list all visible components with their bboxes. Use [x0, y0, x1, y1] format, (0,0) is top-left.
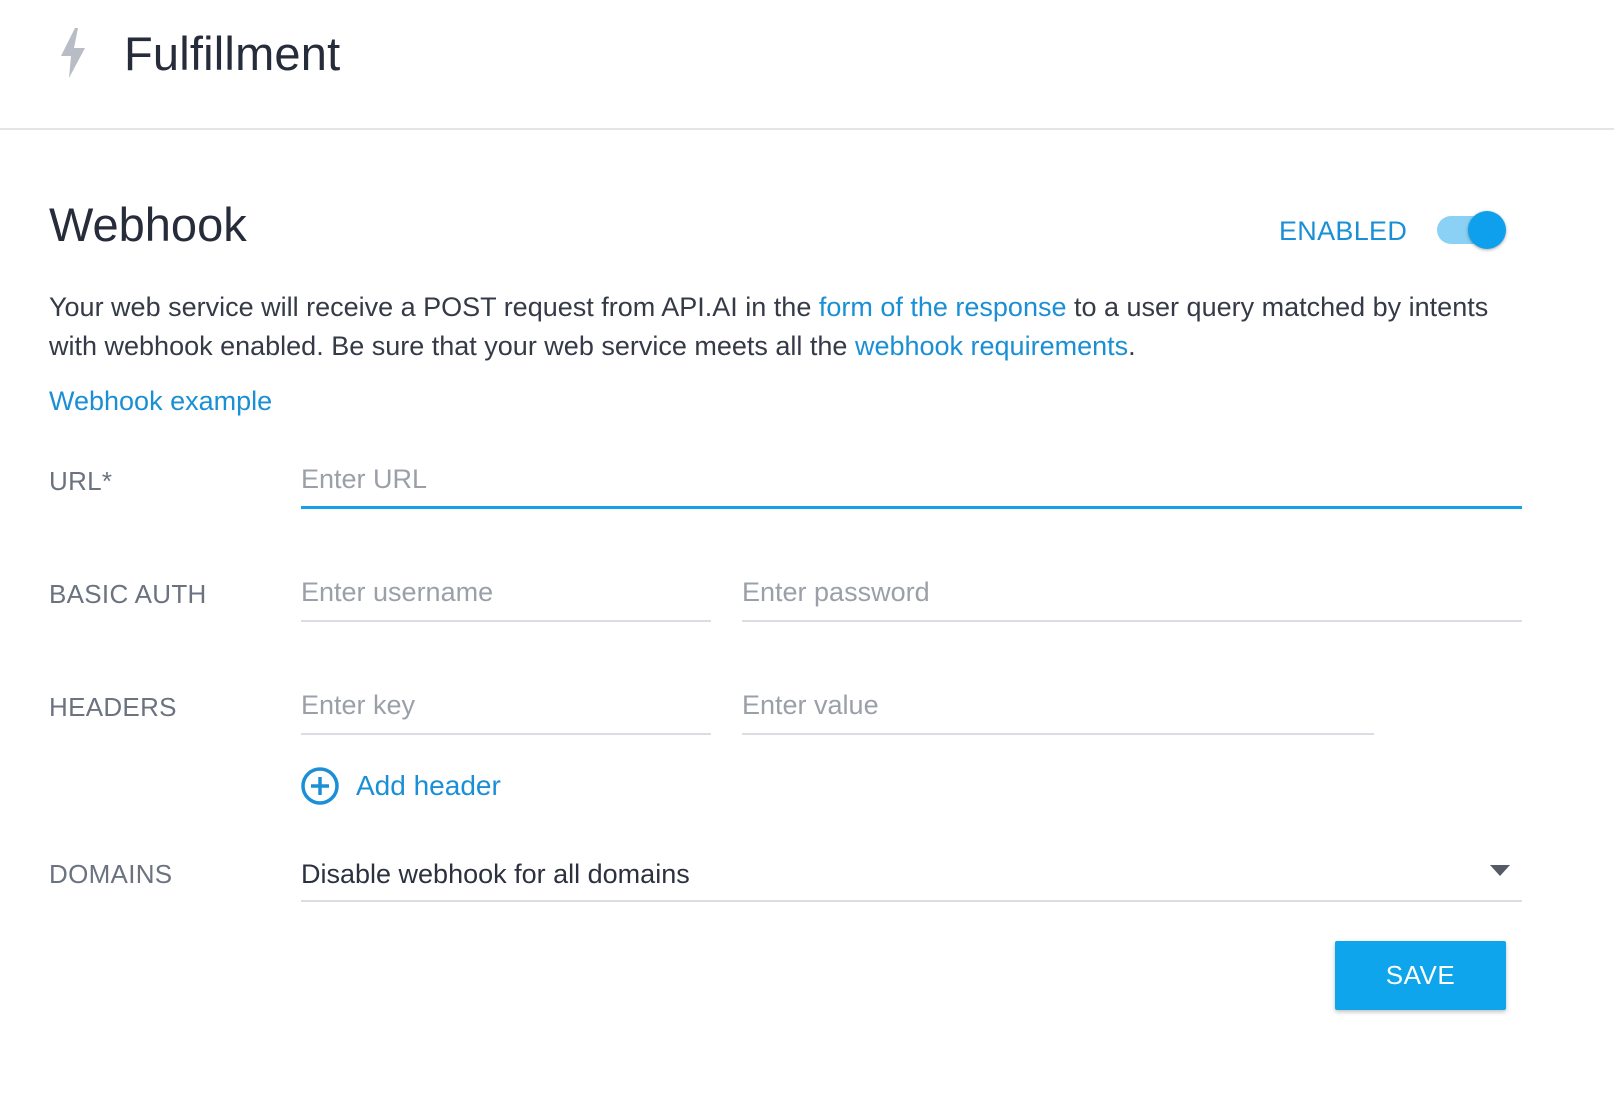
- dropdown-arrow-icon: [1490, 865, 1510, 876]
- plus-circle-icon: [301, 767, 339, 805]
- webhook-requirements-link[interactable]: webhook requirements: [855, 331, 1128, 361]
- basic-auth-label: BASIC AUTH: [49, 579, 207, 609]
- domains-selected-value: Disable webhook for all domains: [301, 859, 690, 889]
- header-key-input[interactable]: [301, 688, 711, 735]
- url-label: URL*: [49, 466, 113, 496]
- add-header-label: Add header: [356, 770, 501, 801]
- toggle-knob: [1468, 211, 1506, 249]
- password-input[interactable]: [742, 575, 1522, 622]
- url-input[interactable]: [301, 462, 1522, 509]
- description-text: Your web service will receive a POST req…: [49, 292, 819, 322]
- headers-label: HEADERS: [49, 692, 177, 722]
- description-text: .: [1128, 331, 1136, 361]
- form-of-response-link[interactable]: form of the response: [819, 292, 1067, 322]
- webhook-section-title: Webhook: [49, 198, 247, 251]
- webhook-status-label: ENABLED: [1279, 216, 1408, 246]
- domains-select[interactable]: Disable webhook for all domains: [301, 845, 1522, 902]
- username-input[interactable]: [301, 575, 711, 622]
- page-title: Fulfillment: [124, 27, 341, 80]
- lightning-bolt-icon: [61, 28, 85, 78]
- save-button[interactable]: SAVE: [1335, 941, 1506, 1010]
- webhook-enabled-toggle[interactable]: [1437, 211, 1507, 249]
- webhook-description: Your web service will receive a POST req…: [49, 288, 1509, 366]
- webhook-example-link[interactable]: Webhook example: [49, 386, 272, 417]
- domains-label: DOMAINS: [49, 859, 173, 889]
- header-value-input[interactable]: [742, 688, 1374, 735]
- page-header: Fulfillment: [0, 0, 1614, 130]
